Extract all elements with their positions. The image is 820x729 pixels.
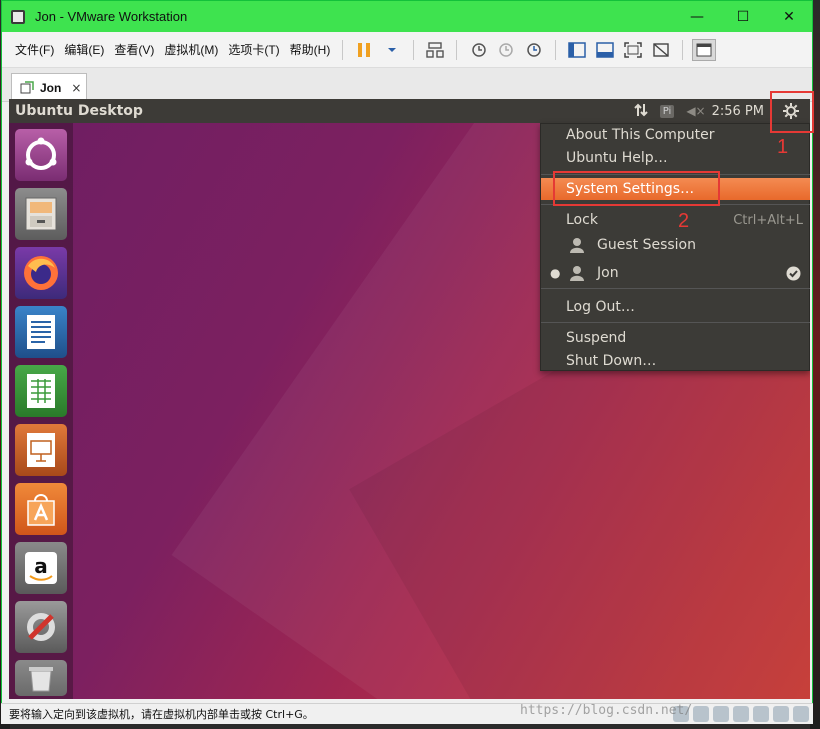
menu-tabs[interactable]: 选项卡(T) [223, 41, 284, 58]
vmware-app-icon [11, 9, 25, 24]
current-user-bullet-icon: ● [550, 266, 561, 280]
launcher-dash-home[interactable] [15, 129, 67, 181]
close-button[interactable]: ✕ [766, 1, 812, 32]
menu-view[interactable]: 查看(V) [109, 41, 159, 58]
minimize-button[interactable]: — [674, 1, 720, 32]
launcher-software-center[interactable] [15, 483, 67, 535]
toolbar-separator [555, 39, 557, 60]
menu-separator [541, 288, 810, 289]
tab-jon[interactable]: Jon × [11, 73, 87, 102]
annotation-box-1 [770, 91, 814, 133]
ubuntu-top-panel: Ubuntu Desktop Pi ◀× 2:56 PM [9, 99, 810, 123]
fullscreen-icon[interactable] [621, 39, 645, 61]
revert-snapshot-icon[interactable] [494, 39, 518, 61]
tab-bar: Jon × [2, 68, 812, 102]
menu-separator [541, 322, 810, 323]
tab-close-icon[interactable]: × [71, 81, 81, 95]
console-view-icon[interactable] [593, 39, 617, 61]
launcher-files[interactable] [15, 188, 67, 240]
device-printer-icon[interactable] [773, 706, 789, 722]
toolbar-separator [456, 39, 458, 60]
menu-shut-down[interactable]: Shut Down… [541, 350, 810, 372]
menu-file[interactable]: 文件(F) [10, 41, 59, 58]
annotation-number-1: 1 [777, 136, 789, 158]
vm-tab-icon [20, 81, 34, 94]
impress-presentation-icon [27, 433, 55, 467]
panel-title: Ubuntu Desktop [15, 103, 143, 119]
lock-label: Lock [566, 212, 598, 228]
person-icon [570, 238, 584, 253]
thumbnail-view-icon[interactable] [692, 38, 717, 61]
unity-launcher: a [9, 123, 73, 699]
title-bar: Jon - VMware Workstation — ☐ ✕ [2, 1, 812, 32]
shopping-bag-icon [27, 494, 55, 526]
amazon-icon: a [25, 552, 57, 584]
launcher-libreoffice-calc[interactable] [15, 365, 67, 417]
device-network-icon[interactable] [713, 706, 729, 722]
menu-guest-session[interactable]: Guest Session [541, 234, 810, 256]
clock[interactable]: 2:56 PM [712, 104, 764, 119]
keyboard-input-indicator[interactable]: Pi [659, 104, 675, 118]
maximize-button[interactable]: ☐ [720, 1, 766, 32]
unity-mode-icon[interactable] [649, 39, 673, 61]
menu-edit[interactable]: 编辑(E) [59, 41, 109, 58]
annotation-number-2: 2 [678, 210, 690, 232]
launcher-trash[interactable] [15, 660, 67, 696]
watermark: https://blog.csdn.net/ [520, 703, 693, 718]
send-ctrl-alt-del-icon[interactable] [423, 39, 447, 61]
volume-muted-icon[interactable]: ◀× [686, 104, 705, 118]
network-icon[interactable] [634, 102, 648, 121]
launcher-system-settings[interactable] [15, 601, 67, 653]
check-icon [786, 266, 801, 280]
menu-log-out[interactable]: Log Out… [541, 296, 810, 318]
launcher-libreoffice-impress[interactable] [15, 424, 67, 476]
writer-document-icon [27, 315, 55, 349]
settings-gear-wrench-icon [27, 613, 55, 641]
window-title: Jon - VMware Workstation [35, 9, 188, 24]
menu-vm[interactable]: 虚拟机(M) [159, 41, 223, 58]
trash-icon [29, 667, 53, 692]
device-sound-icon[interactable] [753, 706, 769, 722]
firefox-icon [24, 256, 58, 290]
menu-suspend[interactable]: Suspend [541, 327, 810, 349]
ubuntu-logo-icon [25, 137, 57, 170]
launcher-firefox[interactable] [15, 247, 67, 299]
svg-text:a: a [34, 554, 48, 578]
device-usb-icon[interactable] [733, 706, 749, 722]
library-icon[interactable] [565, 39, 589, 61]
calc-spreadsheet-icon [27, 374, 55, 408]
person-icon [570, 266, 584, 281]
menu-lock[interactable]: Lock Ctrl+Alt+L [541, 209, 810, 231]
pause-icon[interactable] [352, 39, 376, 61]
toolbar-separator [342, 39, 344, 60]
annotation-box-2 [553, 171, 720, 206]
user-label: Jon [597, 265, 619, 281]
chevron-down-icon[interactable] [380, 39, 404, 61]
snapshot-icon[interactable] [466, 39, 490, 61]
menu-toolbar: 文件(F) 编辑(E) 查看(V) 虚拟机(M) 选项卡(T) 帮助(H) [2, 32, 812, 68]
menu-help[interactable]: 帮助(H) [285, 41, 336, 58]
file-cabinet-icon [25, 197, 57, 231]
menu-ubuntu-help[interactable]: Ubuntu Help… [541, 147, 810, 169]
guest-session-label: Guest Session [597, 237, 696, 253]
snapshot-manager-icon[interactable] [522, 39, 546, 61]
menu-user-jon[interactable]: ● Jon [541, 262, 810, 284]
session-menu: About This Computer Ubuntu Help… System … [540, 123, 810, 371]
device-display-icon[interactable] [793, 706, 809, 722]
tab-label: Jon [40, 81, 62, 95]
toolbar-separator [413, 39, 415, 60]
toolbar-separator [682, 39, 684, 60]
launcher-libreoffice-writer[interactable] [15, 306, 67, 358]
lock-shortcut: Ctrl+Alt+L [733, 212, 803, 228]
device-cdrom-icon[interactable] [693, 706, 709, 722]
status-message: 要将输入定向到该虚拟机，请在虚拟机内部单击或按 Ctrl+G。 [9, 708, 314, 721]
launcher-amazon[interactable]: a [15, 542, 67, 594]
